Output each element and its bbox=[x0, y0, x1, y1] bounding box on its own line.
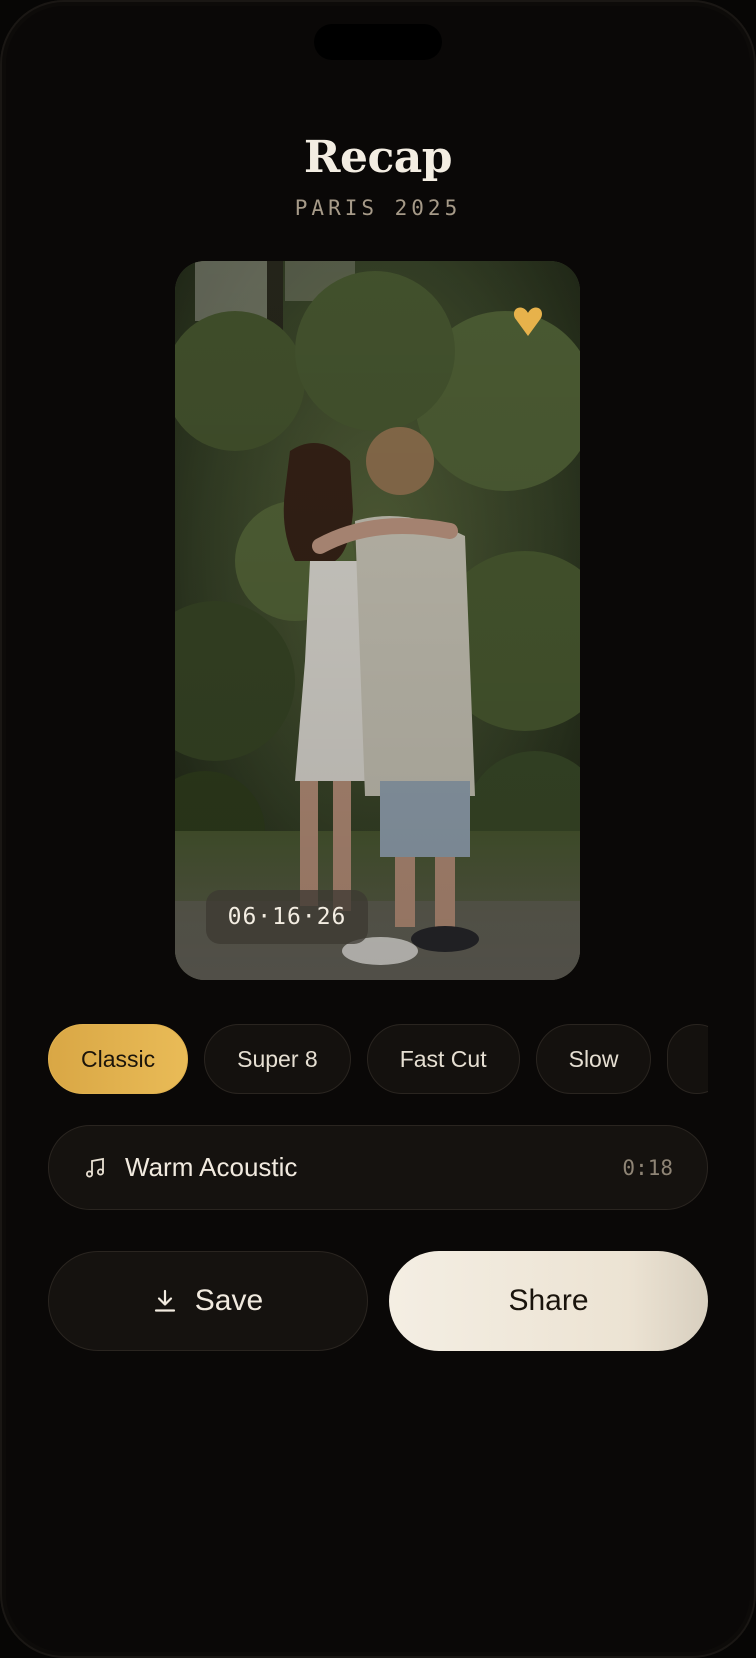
page-title: Recap bbox=[303, 132, 453, 183]
phone-frame: Recap PARIS 2025 06·16·26 Classic Super … bbox=[0, 0, 756, 1658]
filter-chip-fast-cut[interactable]: Fast Cut bbox=[366, 1024, 520, 1094]
date-badge: 06·16·26 bbox=[206, 890, 368, 944]
share-button-label: Share bbox=[508, 1284, 589, 1317]
music-track-name: Warm Acoustic bbox=[125, 1152, 298, 1182]
heart-icon[interactable] bbox=[510, 303, 546, 339]
page-subtitle: PARIS 2025 bbox=[294, 196, 462, 220]
recap-photo bbox=[175, 261, 580, 980]
music-track-selector[interactable]: Warm Acoustic 0:18 bbox=[48, 1125, 708, 1210]
filter-chip-slow[interactable]: Slow bbox=[535, 1024, 652, 1094]
save-button[interactable]: Save bbox=[48, 1251, 368, 1351]
save-button-label: Save bbox=[194, 1284, 264, 1317]
filter-chip-classic[interactable]: Classic bbox=[48, 1024, 189, 1094]
share-button[interactable]: Share bbox=[389, 1251, 708, 1351]
filter-chip-super-8[interactable]: Super 8 bbox=[204, 1024, 351, 1094]
recap-photo-card[interactable]: 06·16·26 bbox=[175, 261, 580, 980]
filter-chip-row: Classic Super 8 Fast Cut Slow bbox=[48, 1024, 708, 1096]
filter-chip-more[interactable] bbox=[667, 1024, 708, 1094]
download-icon bbox=[154, 1289, 175, 1312]
music-note-icon bbox=[86, 1157, 104, 1177]
music-duration: 0:18 bbox=[622, 1155, 673, 1180]
dynamic-island bbox=[314, 24, 442, 60]
